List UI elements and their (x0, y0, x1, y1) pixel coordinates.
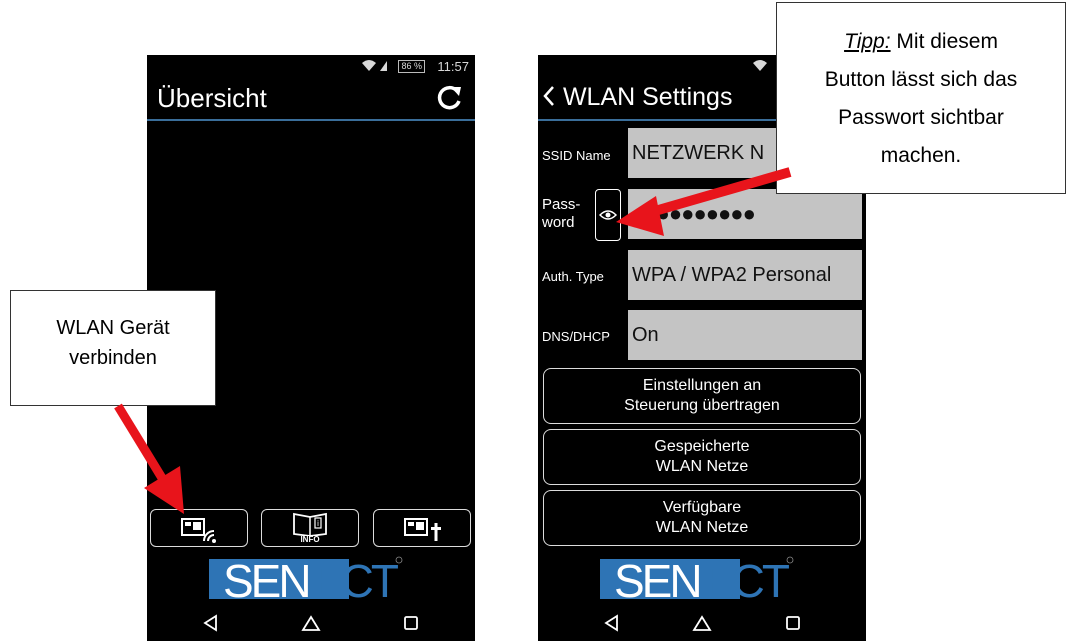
callout-tip-line3: Passwort sichtbar (838, 106, 1004, 129)
ssid-label: SSID Name (542, 148, 611, 163)
transfer-settings-button[interactable]: Einstellungen an Steuerung übertragen (543, 368, 861, 424)
bottom-toolbar: i INFO (147, 509, 475, 549)
svg-text:ECT: ECT (313, 555, 399, 601)
callout-tip-show-password: Tipp: Mit diesem Button lässt sich das P… (776, 2, 1066, 194)
callout-tip-label: Tipp: (844, 30, 891, 53)
password-label-line2: word (542, 214, 575, 231)
callout-connect-line2: verbinden (69, 347, 157, 369)
info-button[interactable]: i INFO (261, 509, 359, 547)
add-device-button[interactable] (373, 509, 471, 547)
eye-icon (599, 210, 617, 220)
saved-networks-line2: WLAN Netze (655, 458, 749, 475)
battery-indicator: 86 % (398, 60, 425, 73)
password-label-line1: Pass- (542, 196, 581, 213)
callout-tip-line2: Button lässt sich das (824, 68, 1018, 91)
transfer-settings-line2: Steuerung übertragen (624, 397, 780, 414)
senect-logo: SEN ECT (209, 553, 409, 607)
back-chevron-icon[interactable] (542, 85, 556, 107)
clock: 11:57 (437, 59, 469, 74)
add-device-icon (404, 518, 441, 541)
auth-type-label: Auth. Type (542, 269, 604, 284)
page-title-text: WLAN Settings (562, 83, 733, 111)
title-divider (147, 119, 475, 121)
available-networks-line1: Verfügbare (662, 499, 742, 516)
senect-logo: SEN ECT (600, 553, 800, 607)
page-title[interactable]: WLAN Settings (542, 83, 732, 112)
password-field[interactable]: ●●●●●●●●●● (628, 189, 862, 239)
android-navigation-bar (147, 605, 475, 641)
saved-networks-line1: Gespeicherte (654, 438, 750, 455)
recents-icon[interactable] (781, 611, 805, 635)
svg-text:SEN: SEN (614, 555, 700, 601)
back-icon[interactable] (199, 611, 223, 635)
info-book-icon: i (293, 512, 327, 536)
back-icon[interactable] (600, 611, 624, 635)
show-password-button[interactable] (595, 189, 621, 241)
status-bar: 86 % 11:57 (147, 55, 475, 79)
page-title: Übersicht (157, 83, 267, 113)
dns-dhcp-field[interactable]: On (628, 310, 862, 360)
title-bar: Übersicht (147, 79, 475, 119)
available-networks-line2: WLAN Netze (655, 519, 749, 536)
dns-dhcp-label: DNS/DHCP (542, 329, 610, 344)
wifi-signal-icon (362, 60, 387, 71)
home-icon[interactable] (690, 611, 714, 635)
callout-tip-line1: Mit diesem (890, 30, 998, 53)
info-label: INFO (300, 535, 320, 544)
home-icon[interactable] (299, 611, 323, 635)
recents-icon[interactable] (399, 611, 423, 635)
svg-text:SEN: SEN (223, 555, 309, 601)
auth-type-field[interactable]: WPA / WPA2 Personal (628, 250, 862, 300)
refresh-icon[interactable] (435, 83, 463, 113)
callout-tip-line4: machen. (880, 144, 962, 167)
callout-connect-device: WLAN Gerät verbinden (10, 290, 216, 406)
svg-text:ECT: ECT (704, 555, 790, 601)
saved-networks-button[interactable]: Gespeicherte WLAN Netze (543, 429, 861, 485)
transfer-settings-line1: Einstellungen an (642, 377, 762, 394)
wifi-signal-icon (753, 60, 767, 71)
connect-wlan-device-button[interactable] (150, 509, 248, 547)
wlan-device-icon (181, 518, 216, 543)
password-label: Pass- word (542, 196, 580, 232)
svg-text:i: i (317, 519, 319, 528)
android-navigation-bar (538, 605, 866, 641)
available-networks-button[interactable]: Verfügbare WLAN Netze (543, 490, 861, 546)
callout-connect-line1: WLAN Gerät (56, 317, 170, 339)
